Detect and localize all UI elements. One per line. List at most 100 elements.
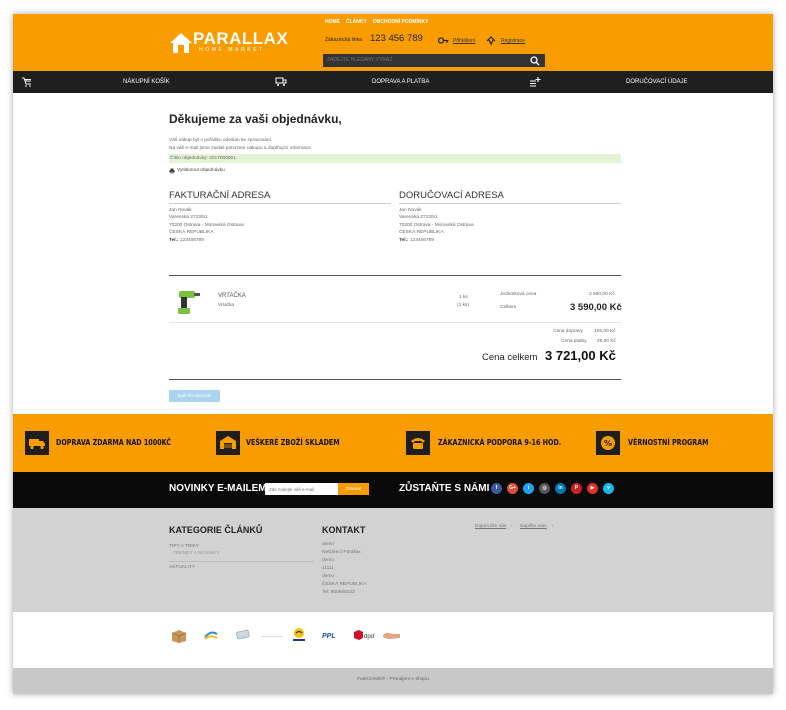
item-total-label: Celkem xyxy=(500,305,517,310)
copyright[interactable]: FastCentrik® - Pronájem e-shopu xyxy=(13,676,773,683)
contact-line: demo xyxy=(322,542,334,547)
billing-address-title: FAKTURAČNÍ ADRESA xyxy=(169,190,271,201)
feature-1-text: DOPRAVA ZDARMA NAD 1000KČ xyxy=(56,438,172,447)
shipping-cost-label: Cena dopravy xyxy=(553,329,583,334)
svg-text:dpd: dpd xyxy=(364,634,374,640)
nav-terms[interactable]: OBCHODNÍ PODMÍNKY xyxy=(373,19,429,25)
categories-title: KATEGORIE ČLÁNKŮ xyxy=(169,525,263,535)
register-link[interactable]: Registrace xyxy=(501,38,525,44)
ppl-logo-icon: PPL xyxy=(322,633,336,640)
order-line-2: Na váš e-mail jsme zaslali potvrzení nák… xyxy=(169,146,313,151)
shipping-step-icon xyxy=(275,77,287,86)
delivery-address-title: DORUČOVACÍ ADRESA xyxy=(399,190,504,201)
billing-country: ČESKÁ REPUBLIKA xyxy=(169,230,214,235)
category-news[interactable]: AKTUALITY xyxy=(169,564,195,572)
print-order-link[interactable]: Vytisknout objednávku xyxy=(177,168,225,174)
twitter-icon[interactable]: t xyxy=(523,483,534,494)
write-us-link[interactable]: Napište nám xyxy=(520,523,547,531)
printer-icon[interactable] xyxy=(169,168,175,174)
package-icon xyxy=(171,630,187,643)
svg-text:PPL: PPL xyxy=(322,633,336,640)
newsletter-email-input[interactable] xyxy=(265,483,338,495)
newsletter-title: NOVINKY E-MAILEM xyxy=(169,483,267,494)
contact-line: demo xyxy=(322,574,334,579)
house-logo-icon[interactable] xyxy=(169,32,193,54)
feature-2-text: VEŠKERÉ ZBOŽÍ SKLADEM xyxy=(246,438,340,447)
page-frame: PARALLAX HOME MARKET HOME ČLÁNKY OBCHODN… xyxy=(13,14,773,694)
divider xyxy=(261,636,283,637)
cart-step-icon xyxy=(22,77,31,87)
billing-phone: Tel.: 123456789 xyxy=(169,237,204,243)
step-shipping[interactable]: DOPRAVA A PLATBA xyxy=(372,78,429,86)
contact-line: ČESKÁ REPUBLIKA xyxy=(322,582,367,587)
feature-2-box xyxy=(216,431,240,455)
billing-city: 70200 Ostrava - Moravská Ostrava xyxy=(169,222,244,228)
order-line-1: Váš nákup byl v pořádku odeslán ke zprac… xyxy=(169,138,273,143)
social-title: ZŮSTAŇTE S NÁMI xyxy=(399,483,490,494)
facebook-icon[interactable]: f xyxy=(491,483,502,494)
vimeo-icon[interactable]: v xyxy=(603,483,614,494)
register-user-icon[interactable] xyxy=(486,36,496,45)
linkedin-icon[interactable]: in xyxy=(555,483,566,494)
delivery-street: Varenská 2723/51 xyxy=(399,215,438,220)
feature-3-text: ZÁKAZNICKÁ PODPORA 9-16 HOD. xyxy=(438,438,562,447)
step-delivery-details[interactable]: DORUČOVACÍ ÚDAJE xyxy=(626,78,688,86)
contact-line: 11111 xyxy=(322,566,334,571)
unit-price-label: Jednotková cena xyxy=(500,292,537,297)
newsletter-bar xyxy=(13,472,773,508)
recommend-link[interactable]: Doporučte nás xyxy=(475,523,506,531)
back-to-shop-button[interactable]: Zpět do obchodu xyxy=(169,390,220,402)
billing-name: Jan Novák xyxy=(169,208,192,213)
phone-number: 123 456 789 xyxy=(370,33,423,44)
google-plus-icon[interactable]: G+ xyxy=(507,483,518,494)
step-cart[interactable]: NÁKUPNÍ KOŠÍK xyxy=(123,78,170,86)
logo-title[interactable]: PARALLAX xyxy=(193,30,288,48)
grand-total-label: Cena celkem xyxy=(482,352,538,363)
key-icon[interactable] xyxy=(438,37,449,44)
instagram-icon[interactable]: ◎ xyxy=(539,483,550,494)
nav-home[interactable]: HOME xyxy=(325,19,340,25)
product-drill-image[interactable] xyxy=(175,288,201,316)
contact-line: demo xyxy=(322,558,334,563)
divider xyxy=(169,561,314,562)
divider xyxy=(169,379,621,380)
item-quantity: 1 ks xyxy=(459,295,468,300)
grand-total: 3 721,00 Kč xyxy=(545,348,616,363)
item-quantity-sub: (1 ks) xyxy=(457,303,469,308)
phone-icon xyxy=(411,438,425,449)
feature-3-box xyxy=(406,431,430,455)
delivery-phone: Tel.: 123456789 xyxy=(399,237,434,243)
item-name[interactable]: VRTAČKA xyxy=(218,293,246,300)
item-total-price: 3 590,00 Kč xyxy=(570,302,622,313)
contact-title: KONTAKT xyxy=(322,525,366,535)
order-number-bar xyxy=(169,154,621,163)
delivery-city: 70200 Ostrava - Moravská Ostrava xyxy=(399,222,474,228)
divider xyxy=(399,203,621,204)
category-trends[interactable]: TRENDY A NOVINKY xyxy=(173,550,220,558)
search-input[interactable] xyxy=(327,57,507,64)
logo-subtitle: HOME MARKET xyxy=(199,47,265,53)
dpd-logo-icon: dpd xyxy=(354,630,374,640)
personal-pickup-icon xyxy=(383,632,400,639)
newsletter-submit-button[interactable]: Odeslat xyxy=(338,483,369,495)
order-number: Číslo objednávky: 2017000001 xyxy=(170,155,236,161)
nav-articles[interactable]: ČLÁNKY xyxy=(346,19,367,25)
contact-line: NetDirect Parallax xyxy=(322,550,361,555)
youtube-icon[interactable]: ▶ xyxy=(587,483,598,494)
page-title: Děkujeme za vaši objednávku, xyxy=(169,112,342,126)
warehouse-icon xyxy=(220,436,236,449)
login-link[interactable]: Přihlášení xyxy=(453,38,475,44)
divider xyxy=(169,322,621,323)
percent-icon: % xyxy=(601,436,615,450)
shipping-cost: 105,00 Kč xyxy=(594,329,616,334)
feature-1-box xyxy=(25,431,49,455)
payment-cost: 26,00 Kč xyxy=(597,339,616,344)
details-step-icon xyxy=(530,77,541,87)
pinterest-icon[interactable]: P xyxy=(571,483,582,494)
payment-cost-label: Cena platby xyxy=(561,339,587,344)
contact-line: Tel: 800666222 xyxy=(322,590,355,595)
search-icon[interactable] xyxy=(530,56,540,66)
item-variant: Vrtačka xyxy=(218,303,235,308)
top-navigation: HOME ČLÁNKY OBCHODNÍ PODMÍNKY xyxy=(325,19,428,25)
divider xyxy=(169,203,391,204)
